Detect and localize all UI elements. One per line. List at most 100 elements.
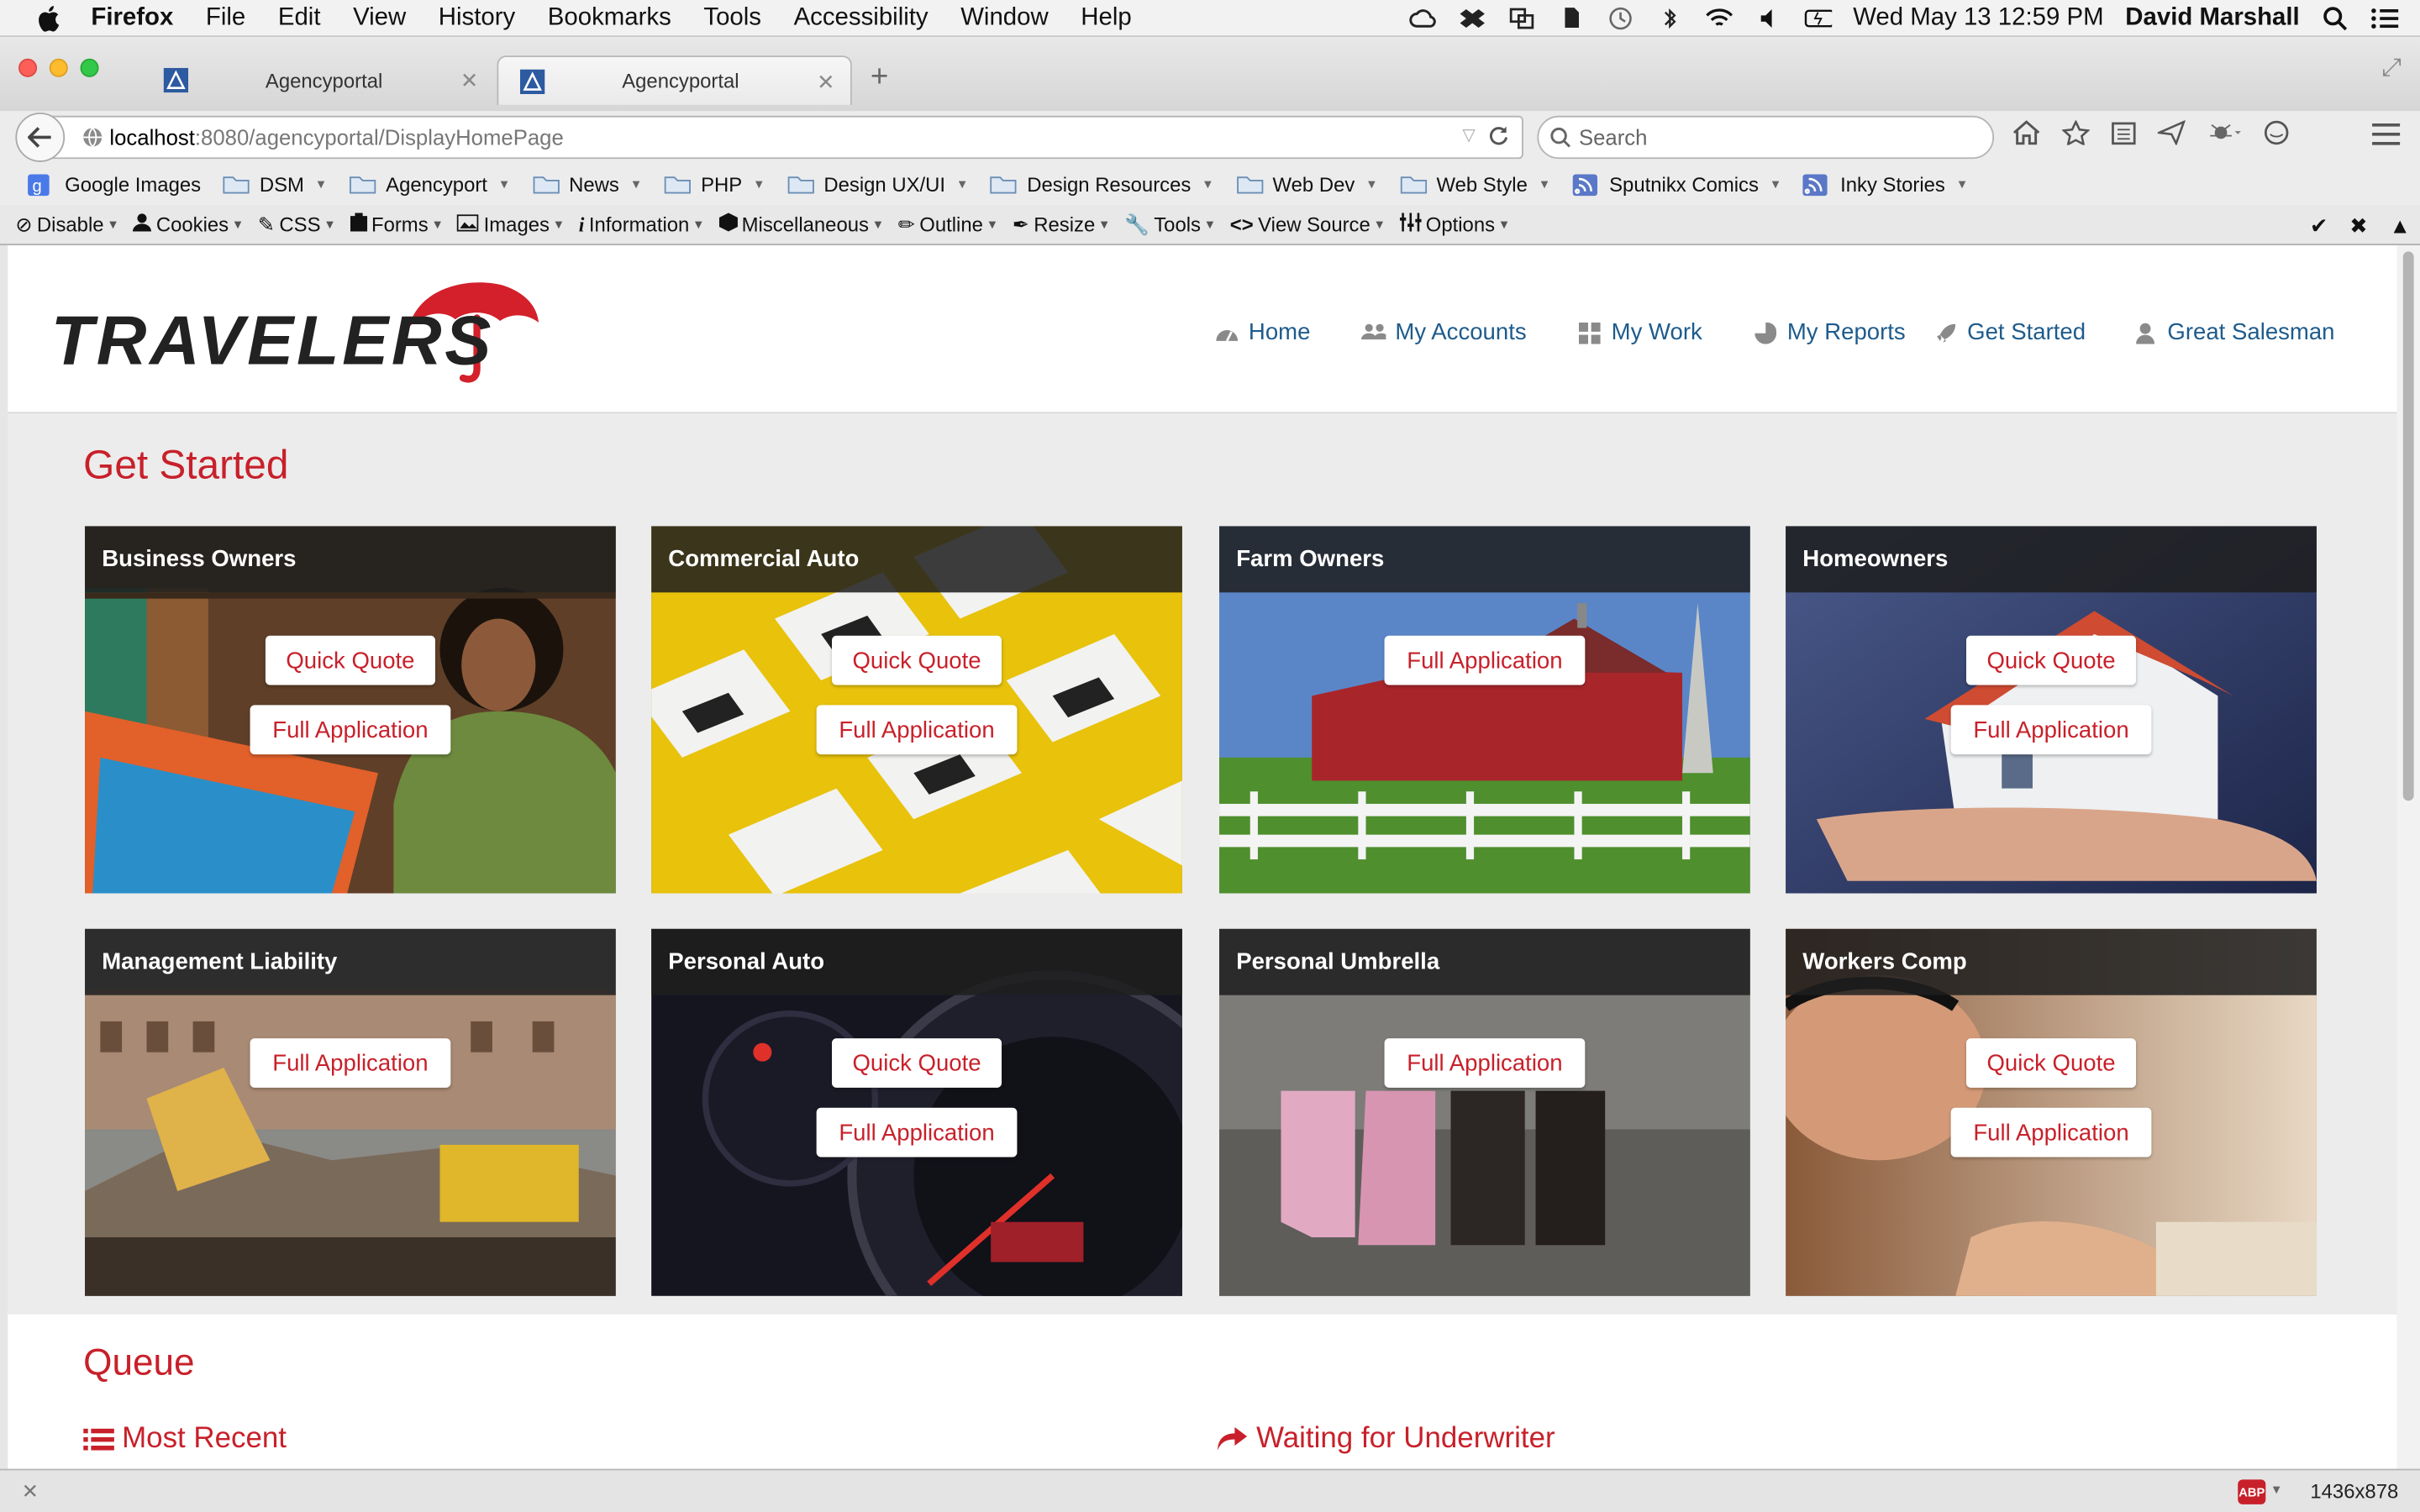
notification-center-icon[interactable] — [2370, 6, 2399, 30]
dev-outline-menu[interactable]: ✏ Outline ▼ — [898, 213, 998, 237]
card-homeowners[interactable]: Homeowners Quick Quote Full Application — [1786, 526, 2317, 894]
back-button[interactable] — [15, 113, 66, 162]
dev-disable-menu[interactable]: ⊘ Disable ▼ — [15, 213, 118, 237]
full-application-button[interactable]: Full Application — [250, 705, 451, 755]
new-tab-plus-icon[interactable]: + — [871, 60, 888, 96]
page-scrollbar[interactable] — [2396, 245, 2420, 1469]
spotlight-search-icon[interactable] — [2321, 6, 2349, 31]
search-input[interactable]: Search — [1537, 115, 1995, 160]
full-application-button[interactable]: Full Application — [816, 1107, 1018, 1158]
dev-images-menu[interactable]: Images ▼ — [457, 213, 565, 236]
quick-quote-button[interactable]: Quick Quote — [1966, 1038, 2137, 1088]
reload-icon[interactable] — [1488, 125, 1510, 151]
close-tab-icon[interactable]: ✕ — [817, 70, 835, 96]
dev-tools-menu[interactable]: 🔧 Tools ▼ — [1124, 213, 1216, 237]
bookmark-folder-agencyport[interactable]: Agencyport ▼ — [349, 173, 510, 196]
send-icon[interactable] — [2154, 119, 2186, 153]
card-management-liability[interactable]: Management Liability Full Application — [85, 928, 616, 1296]
home-icon[interactable] — [2012, 120, 2040, 153]
card-business-owners[interactable]: Business Owners Quick Quote Full Applica… — [85, 526, 616, 894]
dev-options-menu[interactable]: Options ▼ — [1399, 213, 1510, 236]
chevron-down-icon[interactable]: ▼ — [2270, 1483, 2283, 1497]
menu-tools[interactable]: Tools — [703, 4, 761, 32]
waiting-for-underwriter-heading[interactable]: Waiting for Underwriter — [1216, 1422, 1555, 1456]
full-application-button[interactable]: Full Application — [1950, 705, 2152, 755]
travelers-logo[interactable]: TRAVELERS — [51, 279, 545, 390]
menu-app-name[interactable]: Firefox — [91, 4, 173, 32]
bookmark-folder-dsm[interactable]: DSM ▼ — [223, 173, 327, 196]
close-window-button[interactable] — [18, 58, 38, 77]
dev-view-source-menu[interactable]: <> View Source ▼ — [1230, 213, 1386, 236]
card-commercial-auto[interactable]: Commercial Auto Quick Quote Full Applica… — [651, 526, 1182, 894]
close-addon-bar-icon[interactable]: ✕ — [22, 1479, 39, 1504]
hamburger-menu-icon[interactable] — [2370, 122, 2402, 155]
menu-edit[interactable]: Edit — [278, 4, 321, 32]
card-workers-comp[interactable]: Workers Comp Quick Quote Full Applicatio… — [1786, 928, 2317, 1296]
full-application-button[interactable]: Full Application — [1384, 1038, 1586, 1088]
tab-agencyportal-2-active[interactable]: Agencyportal ✕ — [497, 55, 852, 105]
bookmark-feed-sputnikx[interactable]: Sputnikx Comics ▼ — [1572, 173, 1781, 197]
bookmark-folder-news[interactable]: News ▼ — [532, 173, 642, 196]
apple-icon[interactable] — [31, 4, 65, 32]
menu-accessibility[interactable]: Accessibility — [794, 4, 929, 32]
bookmark-folder-web-style[interactable]: Web Style ▼ — [1399, 173, 1550, 196]
dev-misc-menu[interactable]: Miscellaneous ▼ — [718, 213, 884, 236]
warning-icon[interactable]: ▲ — [2390, 213, 2411, 239]
menu-bookmarks[interactable]: Bookmarks — [548, 4, 671, 32]
menubar-user[interactable]: David Marshall — [2125, 5, 2299, 33]
nav-my-work[interactable]: My Work — [1577, 319, 1702, 345]
full-application-button[interactable]: Full Application — [250, 1038, 451, 1088]
url-history-dropdown-icon[interactable]: ▽ — [1462, 125, 1476, 145]
screens-icon[interactable] — [1507, 6, 1535, 30]
creative-cloud-icon[interactable] — [1408, 6, 1436, 30]
full-application-button[interactable]: Full Application — [816, 705, 1018, 755]
menu-window[interactable]: Window — [960, 4, 1049, 32]
minimize-window-button[interactable] — [49, 58, 68, 77]
tab-agencyportal-1[interactable]: Agencyportal ✕ — [142, 55, 494, 105]
menu-history[interactable]: History — [439, 4, 515, 32]
volume-icon[interactable] — [1754, 6, 1782, 30]
bookmark-star-icon[interactable] — [2061, 119, 2091, 153]
extension-bug-icon[interactable] — [2207, 120, 2241, 153]
adblock-plus-icon[interactable]: ABP — [2238, 1479, 2266, 1504]
card-personal-umbrella[interactable]: Personal Umbrella Full Application — [1219, 928, 1750, 1296]
bookmark-folder-web-dev[interactable]: Web Dev ▼ — [1235, 173, 1378, 196]
checkmark-icon[interactable]: ✔ — [2310, 213, 2328, 239]
bookmark-folder-design-resources[interactable]: Design Resources ▼ — [990, 173, 1214, 196]
full-application-button[interactable]: Full Application — [1384, 635, 1586, 685]
bluetooth-icon[interactable] — [1655, 6, 1683, 30]
nav-get-started[interactable]: Get Started — [1933, 319, 2086, 345]
bookmark-folder-php[interactable]: PHP ▼ — [664, 173, 765, 196]
url-bar[interactable]: localhost:8080/agencyportal/DisplayHomeP… — [46, 115, 1523, 160]
evernote-icon[interactable] — [1557, 6, 1585, 30]
dev-information-menu[interactable]: i Information ▼ — [579, 213, 705, 237]
card-farm-owners[interactable]: Farm Owners Full Application — [1219, 526, 1750, 894]
menu-help[interactable]: Help — [1081, 4, 1131, 32]
dev-forms-menu[interactable]: Forms ▼ — [350, 213, 444, 236]
card-personal-auto[interactable]: Personal Auto Quick Quote Full Applicati… — [651, 928, 1182, 1296]
dev-cookies-menu[interactable]: Cookies ▼ — [133, 213, 244, 236]
full-application-button[interactable]: Full Application — [1950, 1107, 2152, 1158]
site-identity-globe-icon[interactable] — [82, 127, 103, 153]
bookmark-folder-design-ux[interactable]: Design UX/UI ▼ — [786, 173, 968, 196]
quick-quote-button[interactable]: Quick Quote — [832, 1038, 1002, 1088]
bookmark-feed-inky[interactable]: Inky Stories ▼ — [1803, 173, 1968, 197]
nav-my-reports[interactable]: My Reports — [1753, 319, 1906, 345]
battery-icon[interactable] — [1803, 6, 1832, 30]
time-machine-icon[interactable] — [1606, 6, 1634, 30]
nav-user-profile[interactable]: Great Salesman — [2133, 319, 2335, 345]
most-recent-heading[interactable]: Most Recent — [83, 1422, 287, 1456]
quick-quote-button[interactable]: Quick Quote — [265, 635, 435, 685]
quick-quote-button[interactable]: Quick Quote — [832, 635, 1002, 685]
zoom-window-button[interactable] — [80, 58, 99, 77]
dropbox-icon[interactable] — [1458, 6, 1486, 30]
menu-file[interactable]: File — [206, 4, 245, 32]
nav-home[interactable]: Home — [1215, 319, 1310, 345]
dev-css-menu[interactable]: ✎ CSS ▼ — [258, 213, 336, 237]
chat-bubble-icon[interactable] — [2263, 120, 2291, 153]
close-tab-icon[interactable]: ✕ — [460, 68, 479, 94]
reading-list-icon[interactable] — [2112, 120, 2136, 153]
scrollbar-thumb[interactable] — [2402, 251, 2414, 801]
close-x-icon[interactable]: ✖ — [2349, 213, 2368, 239]
menubar-clock[interactable]: Wed May 13 12:59 PM — [1853, 5, 2103, 33]
